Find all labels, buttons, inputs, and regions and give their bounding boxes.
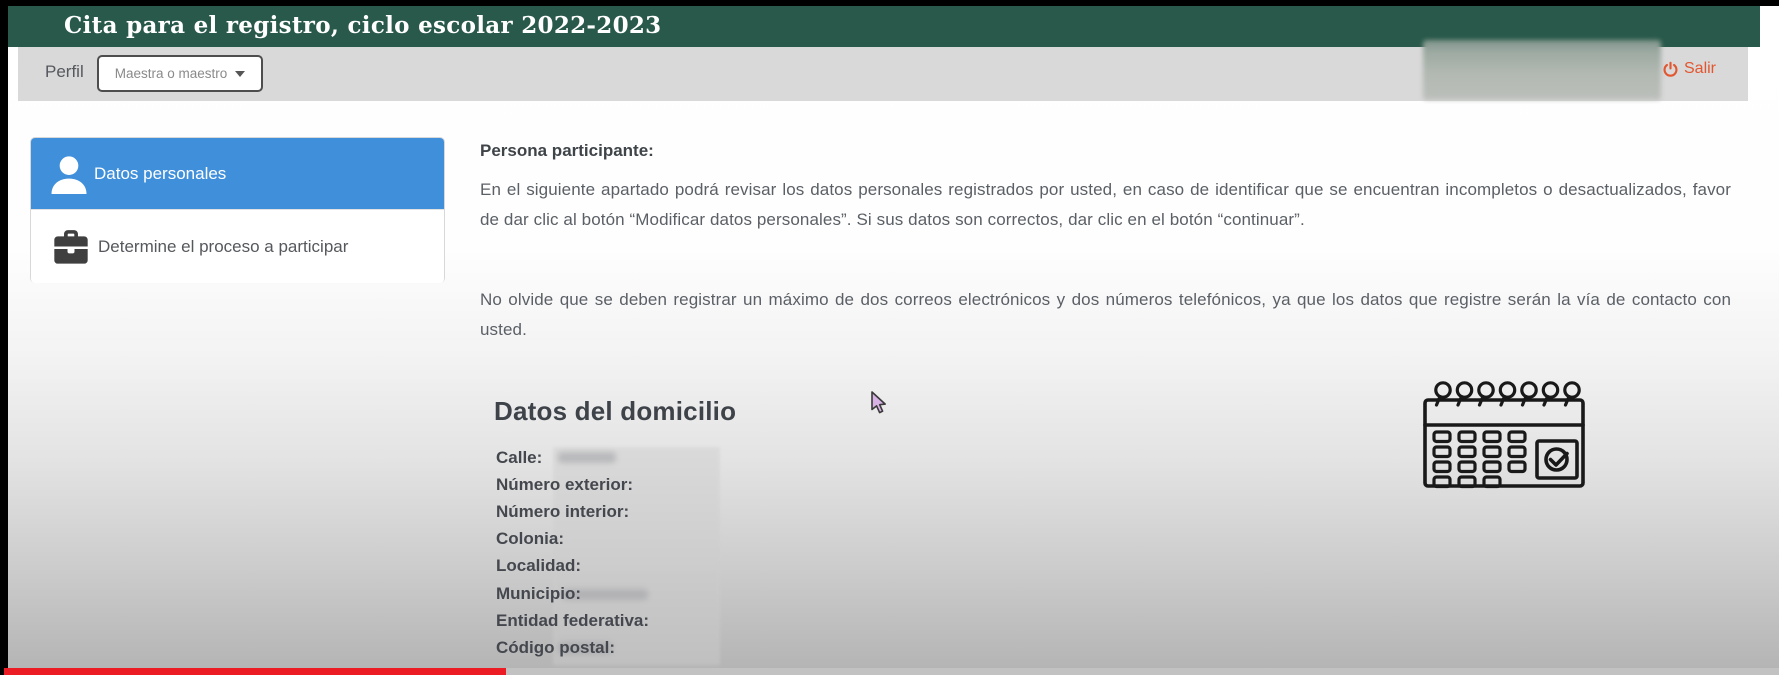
briefcase-icon: [49, 224, 93, 270]
address-field-label: Calle:: [496, 447, 543, 467]
screen: Cita para el registro, ciclo escolar 202…: [0, 0, 1779, 675]
instructions-paragraph-1: En el siguiente apartado podrá revisar l…: [480, 180, 1731, 229]
instructions-paragraph-2: No olvide que se deben registrar un máxi…: [480, 290, 1731, 339]
profile-dropdown[interactable]: Maestra o maestro: [97, 55, 263, 92]
address-row: Colonia:: [496, 526, 649, 553]
sidebar-item-label: Datos personales: [94, 163, 227, 183]
calendar-check-icon: [1420, 378, 1590, 497]
profile-label: Perfil: [45, 62, 84, 81]
address-row: Número exterior:: [496, 471, 649, 498]
address-field-label: Número exterior:: [496, 474, 633, 494]
video-progress-bar[interactable]: [4, 668, 506, 675]
chevron-down-icon: [235, 70, 246, 77]
address-field-label: Número interior:: [496, 501, 630, 521]
address-field-label: Código postal:: [496, 637, 615, 657]
sidebar-item-determine-proceso[interactable]: Determine el proceso a participar: [31, 209, 444, 283]
logout-label: Salir: [1684, 60, 1717, 77]
sidebar-item-label: Determine el proceso a participar: [98, 236, 349, 256]
logout-button[interactable]: Salir: [1662, 60, 1716, 78]
power-icon: [1662, 61, 1679, 78]
address-field-label: Entidad federativa:: [496, 610, 650, 630]
address-row: Calle:: [496, 444, 649, 471]
sidebar: Datos personales Determine el proceso a …: [30, 137, 445, 283]
section-heading: Persona participante:: [480, 141, 654, 160]
redacted-username: [1423, 40, 1661, 100]
person-icon: [49, 151, 89, 197]
page-title: Cita para el registro, ciclo escolar 202…: [64, 12, 662, 39]
address-section-heading: Datos del domicilio: [494, 396, 737, 426]
address-row: Número interior:: [496, 498, 649, 525]
sidebar-item-datos-personales[interactable]: Datos personales: [31, 138, 444, 209]
address-field-list: Calle: Número exterior: Número interior:…: [496, 444, 649, 662]
address-row: Entidad federativa:: [496, 607, 649, 634]
address-field-label: Municipio:: [496, 583, 581, 603]
address-field-label: Colonia:: [496, 529, 564, 549]
address-row: Código postal:: [496, 634, 649, 661]
profile-dropdown-value: Maestra o maestro: [114, 66, 228, 81]
address-row: Municipio:: [496, 580, 649, 607]
address-field-label: Localidad:: [496, 556, 582, 576]
mouse-cursor: [869, 391, 891, 421]
address-row: Localidad:: [496, 553, 649, 580]
